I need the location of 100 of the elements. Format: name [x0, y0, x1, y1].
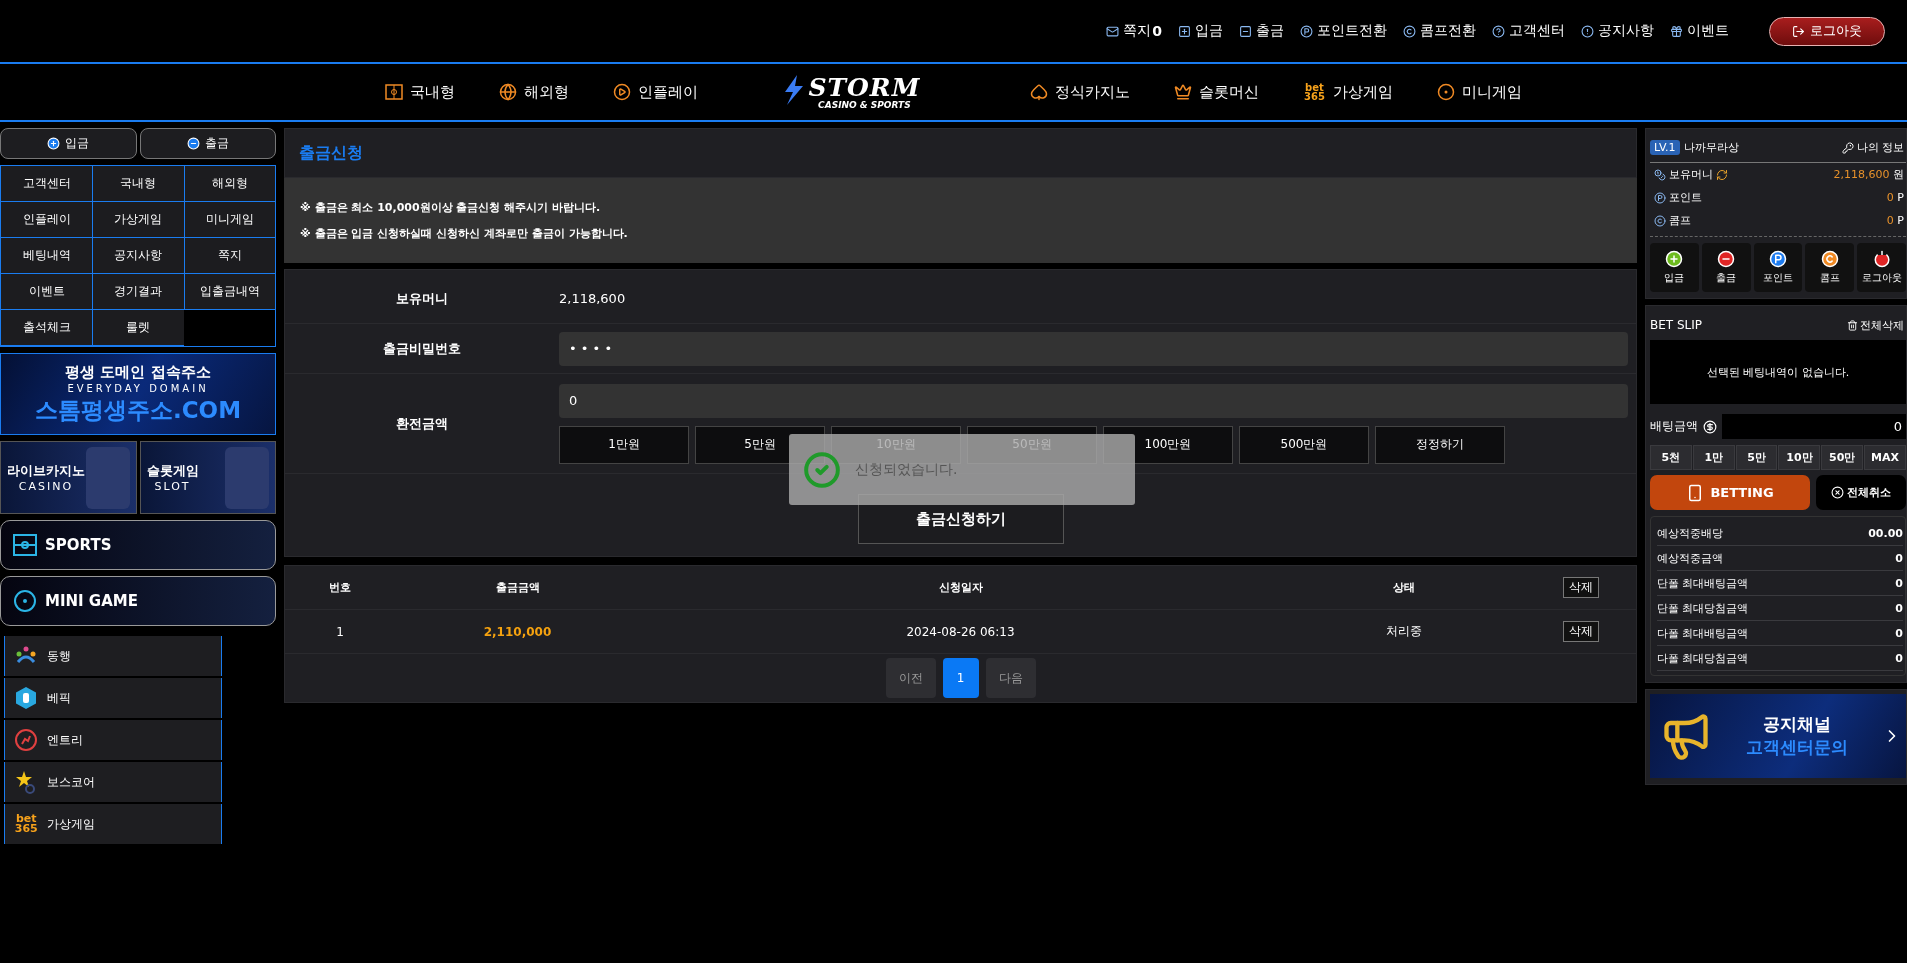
- nav-link[interactable]: 슬롯머신: [1174, 82, 1260, 102]
- banner-title: 라이브카지노: [7, 462, 85, 480]
- provider-link[interactable]: 베픽: [4, 678, 222, 718]
- quick-action-button[interactable]: 포인트: [1753, 243, 1803, 292]
- cancel-all-button[interactable]: 전체취소: [1816, 475, 1906, 510]
- delete-button[interactable]: 삭제: [1563, 621, 1599, 642]
- nav-link[interactable]: 정식카지노: [1030, 82, 1131, 102]
- provider-link[interactable]: 보스코어: [4, 762, 222, 802]
- nav-icon: [1174, 83, 1193, 101]
- sidebar-menu-item[interactable]: 쪽지: [183, 238, 275, 274]
- top-link[interactable]: 콤프전환: [1403, 22, 1476, 40]
- logout-button[interactable]: 로그아웃: [1769, 16, 1885, 46]
- sidebar-menu-item[interactable]: 미니게임: [183, 202, 275, 238]
- cash-button[interactable]: 입금: [0, 128, 137, 159]
- link-icon: [1670, 24, 1683, 38]
- sidebar-menu-item[interactable]: 가상게임: [92, 202, 184, 238]
- minus-icon: [186, 137, 200, 150]
- nav-link[interactable]: 미니게임: [1436, 82, 1522, 102]
- quick-amount-button[interactable]: 500만원: [1239, 425, 1369, 464]
- sidebar-menu-item[interactable]: 인플레이: [1, 202, 93, 238]
- nav-icon: [1436, 83, 1455, 101]
- amount-field[interactable]: 0: [559, 383, 1628, 418]
- column-header: 출금금액: [494, 580, 541, 595]
- nav-link[interactable]: 인플레이: [613, 82, 699, 102]
- top-link[interactable]: 포인트전환: [1300, 22, 1387, 40]
- quick-action-button[interactable]: 입금: [1650, 243, 1699, 292]
- bet-amount-field[interactable]: 0: [1722, 414, 1906, 439]
- sidebar-menu-item[interactable]: 해외형: [183, 166, 275, 202]
- quick-action-button[interactable]: 콤프: [1805, 243, 1855, 292]
- category-button[interactable]: SPORTS: [0, 520, 276, 570]
- top-link[interactable]: 출금: [1239, 22, 1284, 40]
- prev-page-button[interactable]: 이전: [885, 658, 936, 698]
- my-info-link[interactable]: 나의 정보: [1841, 140, 1904, 155]
- top-link[interactable]: 쪽지 0: [1106, 22, 1162, 40]
- amount-chip[interactable]: 5만: [1735, 445, 1778, 470]
- amount-chip[interactable]: 1만: [1692, 445, 1735, 470]
- empty-message: 선택된 베팅내역이 없습니다.: [1650, 340, 1906, 404]
- balance-value: 2,118,600 원: [1833, 167, 1905, 182]
- table-cell-text: 2,110,000: [482, 624, 553, 639]
- table-cell-text: 2024-08-26 06:13: [905, 624, 1016, 639]
- logout-icon: [1792, 24, 1805, 38]
- notice-text: ※ 출금은 최소 10,000원이상 출금신청 해주시기 바랍니다.: [300, 200, 602, 215]
- nav-link[interactable]: 국내형: [385, 82, 456, 102]
- password-field[interactable]: • • • •: [559, 331, 1628, 366]
- sidebar-menu-item[interactable]: 공지사항: [92, 238, 184, 274]
- top-link[interactable]: 고객센터: [1492, 22, 1565, 40]
- category-button[interactable]: MINI GAME: [0, 576, 276, 626]
- delete-all-button[interactable]: 삭제: [1563, 577, 1599, 598]
- link-icon: [1300, 24, 1313, 38]
- image-placeholder: [225, 446, 269, 509]
- top-link[interactable]: 공지사항: [1581, 22, 1654, 40]
- amount-chip[interactable]: MAX: [1864, 445, 1906, 470]
- amount-chip[interactable]: 10만: [1778, 445, 1821, 470]
- summary-label: 다폴 최대당첨금액: [1657, 650, 1749, 666]
- brand-logo: bet365: [1303, 82, 1326, 102]
- top-link[interactable]: 입금: [1178, 22, 1223, 40]
- link-icon: [1581, 24, 1594, 38]
- sidebar-menu-item[interactable]: 입출금내역: [183, 274, 275, 310]
- column-header: 번호: [328, 580, 352, 595]
- balance-value: 2,118,600: [559, 291, 627, 306]
- promo-banner[interactable]: 라이브카지노 CASINO: [0, 441, 137, 514]
- quick-action-button[interactable]: 로그아웃: [1857, 243, 1906, 292]
- amount-chip[interactable]: 50만: [1821, 445, 1864, 470]
- betting-button[interactable]: BETTING: [1650, 475, 1810, 510]
- clear-all-button[interactable]: 전체삭제: [1847, 317, 1904, 333]
- banner-title: 공지채널: [1763, 713, 1831, 736]
- domain-banner[interactable]: 평생 도메인 접속주소 EVERYDAY DOMAIN 스톰평생주소.COM: [0, 353, 276, 435]
- quick-amount-button[interactable]: 정정하기: [1375, 425, 1505, 464]
- trash-icon: [1847, 319, 1858, 331]
- sidebar-menu-item[interactable]: 룰렛: [92, 310, 184, 346]
- nav-link[interactable]: 해외형: [499, 82, 570, 102]
- lightning-logo-icon: [783, 74, 806, 105]
- sidebar-menu-item[interactable]: 국내형: [92, 166, 184, 202]
- cash-button[interactable]: 출금: [139, 128, 276, 159]
- nav-icon: [1030, 83, 1049, 101]
- page-button[interactable]: 1: [942, 658, 979, 698]
- refresh-icon[interactable]: [1716, 168, 1728, 181]
- next-page-button[interactable]: 다음: [985, 658, 1036, 698]
- sidebar-menu-item[interactable]: 베팅내역: [1, 238, 93, 274]
- link-icon: [1106, 24, 1120, 38]
- notice-banner[interactable]: 공지채널 고객센터문의: [1650, 694, 1906, 778]
- summary-value: 00.00: [1868, 526, 1903, 540]
- sidebar-menu-item[interactable]: 고객센터: [1, 166, 93, 202]
- quick-amount-button[interactable]: 1만원: [559, 425, 689, 464]
- top-link[interactable]: 이벤트: [1670, 22, 1729, 40]
- banner-heading: 평생 도메인 접속주소: [65, 362, 211, 382]
- sidebar-menu-item[interactable]: 경기결과: [92, 274, 184, 310]
- balance-label: 콤프: [1669, 213, 1691, 228]
- sidebar-menu-item[interactable]: 출석체크: [1, 310, 93, 346]
- amount-chip[interactable]: 5천: [1650, 445, 1692, 470]
- quick-action-button[interactable]: 출금: [1701, 243, 1751, 292]
- provider-link[interactable]: 동행: [4, 636, 222, 676]
- provider-link[interactable]: 엔트리: [4, 720, 222, 760]
- summary-label: 단폴 최대배팅금액: [1657, 575, 1749, 591]
- balance-icon: [1654, 191, 1666, 204]
- promo-banner[interactable]: 슬롯게임 SLOT: [139, 441, 276, 514]
- sidebar-menu-item[interactable]: 이벤트: [1, 274, 93, 310]
- action-icon: [1769, 250, 1787, 268]
- banner-title: 슬롯게임: [146, 462, 199, 480]
- currency-icon: [1703, 419, 1717, 434]
